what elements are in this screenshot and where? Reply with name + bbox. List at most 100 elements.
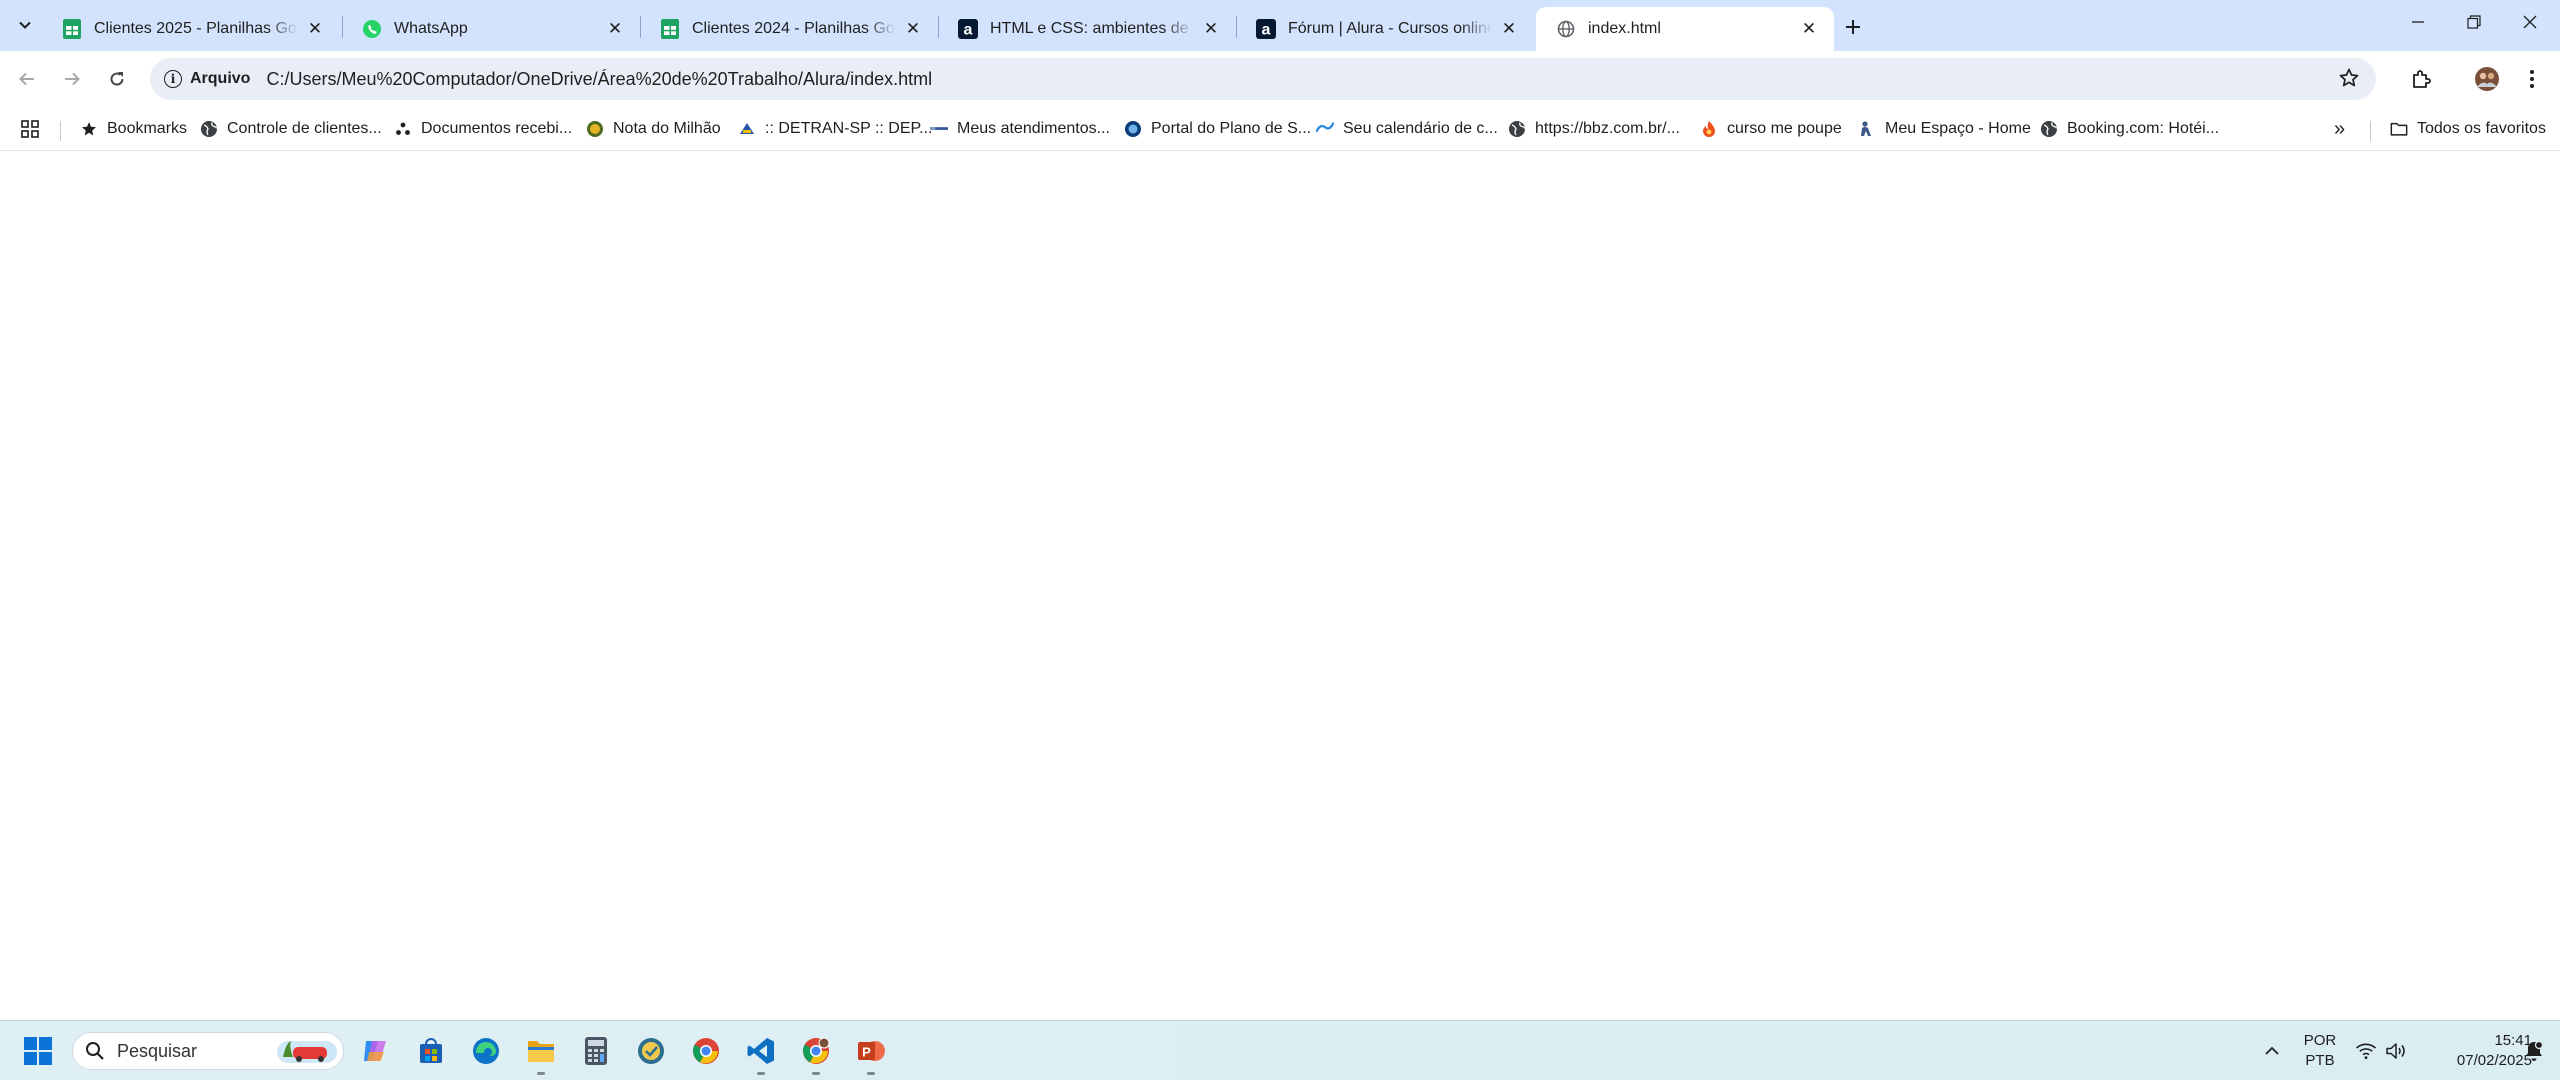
running-indicator (757, 1072, 765, 1075)
bookmark-bookmarks[interactable]: Bookmarks (80, 115, 187, 143)
bookmark-bbz[interactable]: https://bbz.com.br/... (1508, 115, 1680, 143)
taskbar-copilot[interactable] (357, 1033, 393, 1069)
site-chip-label: Arquivo (190, 70, 251, 87)
page-content[interactable] (0, 151, 2560, 1020)
clock-date: 07/02/2025 (2456, 1052, 2532, 1069)
address-bar[interactable]: i Arquivo C:/Users/Meu%20Computador/OneD… (150, 58, 2376, 100)
back-button[interactable] (10, 62, 44, 96)
reload-icon (110, 72, 124, 86)
bookmark-label: https://bbz.com.br/... (1535, 120, 1680, 137)
svg-text:a: a (1262, 22, 1271, 39)
reload-button[interactable] (100, 62, 134, 96)
taskbar-vscode[interactable] (743, 1033, 779, 1075)
svg-text:a: a (964, 22, 973, 39)
show-hidden-icons-button[interactable] (2254, 1033, 2290, 1069)
bookmark-portal-plano[interactable]: Portal do Plano de S... (1124, 115, 1311, 143)
taskbar-edge[interactable] (468, 1033, 504, 1069)
bookmark-booking[interactable]: Booking.com: Hotéi... (2040, 115, 2219, 143)
chevron-down-icon (19, 21, 31, 29)
url-text[interactable]: C:/Users/Meu%20Computador/OneDrive/Área%… (266, 69, 932, 90)
plus-icon (1846, 20, 1860, 34)
tab-forum-alura[interactable]: a Fórum | Alura - Cursos online de tecno… (1236, 7, 1534, 51)
new-tab-button[interactable] (1838, 12, 1868, 42)
tab-whatsapp[interactable]: WhatsApp ✕ (342, 7, 640, 51)
bookmark-label: Nota do Milhão (613, 120, 721, 137)
close-icon[interactable]: ✕ (902, 18, 924, 40)
double-chevron-right-icon: » (2334, 117, 2346, 140)
apps-button[interactable] (20, 115, 40, 143)
taskbar-powerpoint[interactable]: P (853, 1033, 889, 1075)
all-bookmarks-folder[interactable]: Todos os favoritos (2390, 115, 2546, 143)
store-icon (420, 1038, 442, 1063)
bookmark-controle-clientes[interactable]: Controle de clientes... (200, 115, 382, 143)
site-info-chip[interactable]: i Arquivo (160, 66, 260, 92)
search-highlight-icon (277, 1041, 337, 1063)
bookmarks-overflow-button[interactable]: » (2334, 115, 2345, 143)
close-icon[interactable]: ✕ (604, 18, 626, 40)
wifi-icon (2355, 1043, 2377, 1059)
divider (60, 121, 61, 141)
restore-button[interactable] (2446, 0, 2502, 44)
extensions-button[interactable] (2404, 62, 2438, 96)
bookmark-detran[interactable]: :: DETRAN-SP :: DEP... (738, 115, 932, 143)
arrow-left-icon (19, 72, 34, 86)
bookmark-nota-milhao[interactable]: Nota do Milhão (586, 115, 721, 143)
avatar-icon (2475, 67, 2499, 91)
language-indicator[interactable]: POR PTB (2296, 1031, 2344, 1071)
tab-title: HTML e CSS: ambientes de desenvolvimento (990, 20, 1194, 37)
bookmark-curso-me-poupe[interactable]: curso me poupe (1700, 115, 1842, 143)
bookmark-star-icon[interactable] (2338, 67, 2360, 94)
bookmark-meu-espaco[interactable]: Meu Espaço - Home (1858, 115, 2031, 143)
close-icon[interactable]: ✕ (1200, 18, 1222, 40)
sheets-icon (660, 19, 680, 39)
dots-icon (394, 120, 412, 138)
tab-title: WhatsApp (394, 20, 468, 37)
taskbar-search[interactable]: Pesquisar (72, 1032, 344, 1070)
taskbar-calculator[interactable] (578, 1033, 614, 1069)
globe-icon (1556, 19, 1576, 39)
taskbar-file-explorer[interactable] (523, 1033, 559, 1075)
windows-logo-icon (24, 1037, 52, 1065)
start-button[interactable] (20, 1033, 56, 1069)
taskbar-app-badge[interactable] (633, 1033, 669, 1069)
bookmark-label: Meu Espaço - Home (1885, 120, 2031, 137)
detran-icon (738, 120, 756, 138)
close-window-button[interactable] (2502, 0, 2558, 44)
browser-window: Clientes 2025 - Planilhas Google ✕ Whats… (0, 0, 2560, 1020)
tab-html-css[interactable]: a HTML e CSS: ambientes de desenvolvimen… (938, 7, 1236, 51)
language-code: POR (2303, 1032, 2337, 1049)
chrome-icon (803, 1037, 830, 1064)
taskbar-chrome-profile[interactable] (798, 1033, 834, 1075)
close-icon[interactable]: ✕ (1498, 18, 1520, 40)
tab-clientes-2025[interactable]: Clientes 2025 - Planilhas Google ✕ (42, 7, 340, 51)
bookmark-documentos[interactable]: Documentos recebi... (394, 115, 572, 143)
tab-clientes-2024[interactable]: Clientes 2024 - Planilhas Google ✕ (640, 7, 938, 51)
minimize-button[interactable] (2390, 0, 2446, 44)
restore-icon (2467, 15, 2481, 29)
volume-button[interactable] (2378, 1033, 2414, 1069)
running-indicator (537, 1072, 545, 1075)
globe-icon (2040, 120, 2058, 138)
taskbar-chrome[interactable] (688, 1033, 724, 1069)
menu-button[interactable] (2515, 62, 2549, 96)
coin-icon (586, 120, 604, 138)
forward-button[interactable] (55, 62, 89, 96)
bookmark-label: Documentos recebi... (421, 120, 573, 137)
close-icon[interactable]: ✕ (1798, 18, 1820, 40)
tab-index-html[interactable]: index.html ✕ (1536, 7, 1834, 51)
wave-icon (1316, 120, 1334, 138)
arrow-right-icon (65, 72, 80, 86)
bookmark-calendario[interactable]: Seu calendário de c... (1316, 115, 1498, 143)
notifications-button[interactable] (2516, 1033, 2552, 1069)
clock[interactable]: 15:41 07/02/2025 (2410, 1031, 2532, 1071)
bell-icon (2526, 1040, 2544, 1061)
keyboard-layout: PTB (2305, 1052, 2335, 1069)
bookmark-label: Seu calendário de c... (1343, 120, 1498, 137)
taskbar-store[interactable] (413, 1033, 449, 1069)
bookmark-label: Bookmarks (107, 120, 188, 137)
tab-search-button[interactable] (8, 10, 42, 40)
bookmark-meus-atendimentos[interactable]: Meus atendimentos... (930, 115, 1110, 143)
close-icon[interactable]: ✕ (304, 18, 326, 40)
profile-avatar[interactable] (2470, 62, 2504, 96)
bookmark-label: Booking.com: Hotéi... (2067, 120, 2220, 137)
